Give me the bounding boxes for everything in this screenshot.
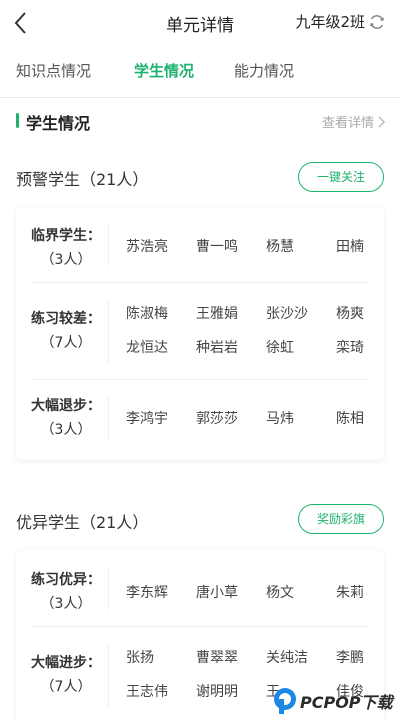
row-divider [108, 226, 109, 266]
student-name[interactable]: 王志伟 [126, 681, 168, 701]
section-title: 学生情况 [26, 114, 91, 133]
warning-row-critical: 临界学生： （3人） 苏浩亮 曹一鸣 杨慧 田楠 [16, 208, 384, 282]
student-name[interactable]: 徐虹 [266, 337, 294, 357]
warning-students-title: 预警学生（21人） [16, 170, 149, 189]
student-name[interactable]: 杨文 [266, 582, 294, 602]
row-label: 大幅进步： （7人） [16, 651, 116, 699]
content-area: 学生情况 查看详情 预警学生（21人） 一键关注 临界学生： （3人） 苏浩亮 … [0, 98, 400, 720]
student-name[interactable]: 关纯洁 [266, 647, 308, 667]
row-count: （3人） [40, 596, 92, 612]
row-label-text: 临界学生： [31, 228, 101, 244]
excellent-row-good-practice: 练习优异： （3人） 李东辉 唐小草 杨文 朱莉 [16, 550, 384, 626]
follow-all-button[interactable]: 一键关注 [298, 162, 384, 192]
student-name[interactable]: 陈淑梅 [126, 303, 168, 323]
section-accent-bar [16, 113, 19, 128]
student-name[interactable]: 苏浩亮 [126, 236, 168, 256]
refresh-icon [369, 14, 385, 29]
student-name[interactable]: 谢明明 [196, 681, 238, 701]
row-label: 临界学生： （3人） [16, 224, 116, 272]
student-name[interactable]: 张沙沙 [266, 303, 308, 323]
student-name[interactable]: 王雅娟 [196, 303, 238, 323]
student-name[interactable]: 李东辉 [126, 582, 168, 602]
student-name[interactable]: 曹一鸣 [196, 236, 238, 256]
row-label: 练习较差： （7人） [16, 307, 116, 355]
watermark-text: PCPOP下载 [300, 693, 393, 712]
tab-label: 能力情况 [234, 62, 295, 80]
row-divider [108, 645, 109, 709]
reward-flag-button[interactable]: 奖励彩旗 [298, 504, 384, 534]
tab-bar: 知识点情况 学生情况 能力情况 [0, 46, 400, 98]
row-divider [108, 396, 109, 440]
tab-knowledge[interactable]: 知识点情况 [16, 60, 91, 81]
warning-row-big-decline: 大幅退步： （3人） 李鸿宇 郭莎莎 马炜 陈相 [16, 380, 384, 460]
row-count: （3人） [40, 252, 92, 268]
student-name[interactable]: 郭莎莎 [196, 408, 238, 428]
student-name[interactable]: 杨慧 [266, 236, 294, 256]
watermark-logo-icon [274, 688, 296, 714]
chevron-right-icon [378, 115, 386, 128]
row-label-text: 大幅进步： [31, 655, 101, 671]
student-name[interactable]: 张扬 [126, 647, 154, 667]
row-label: 练习优异： （3人） [16, 568, 116, 616]
tab-label: 知识点情况 [16, 62, 92, 80]
watermark: PCPOP下载 [272, 682, 400, 720]
view-details-link[interactable]: 查看详情 [322, 112, 386, 131]
class-name: 九年级2班 [295, 13, 365, 31]
student-name[interactable]: 龙恒达 [126, 337, 168, 357]
view-details-label: 查看详情 [321, 116, 374, 131]
student-name[interactable]: 朱莉 [336, 582, 364, 602]
tab-students[interactable]: 学生情况 [134, 60, 195, 83]
student-name[interactable]: 田楠 [336, 236, 364, 256]
student-name[interactable]: 唐小草 [196, 582, 238, 602]
row-count: （7人） [40, 335, 92, 351]
student-name[interactable]: 种岩岩 [196, 337, 238, 357]
row-count: （7人） [40, 679, 92, 695]
row-label-text: 大幅退步： [31, 398, 101, 414]
top-bar: 单元详情 九年级2班 [0, 0, 400, 46]
warning-students-card: 临界学生： （3人） 苏浩亮 曹一鸣 杨慧 田楠 练习较差： （7人） 陈淑梅 … [16, 208, 384, 460]
row-count: （3人） [40, 422, 92, 438]
student-name[interactable]: 曹翠翠 [196, 647, 238, 667]
section-header: 学生情况 查看详情 [0, 98, 400, 144]
student-name[interactable]: 马炜 [266, 408, 294, 428]
row-divider [108, 301, 109, 363]
student-name[interactable]: 李鸿宇 [126, 408, 168, 428]
row-label-text: 练习优异： [31, 572, 101, 588]
student-name[interactable]: 栾琦 [336, 337, 364, 357]
tab-label: 学生情况 [134, 62, 195, 80]
student-name[interactable]: 李鹏 [336, 647, 364, 667]
row-label-text: 练习较差： [31, 311, 101, 327]
excellent-students-title: 优异学生（21人） [16, 513, 149, 532]
tab-ability[interactable]: 能力情况 [234, 60, 294, 81]
warning-row-poor-practice: 练习较差： （7人） 陈淑梅 王雅娟 张沙沙 杨爽 龙恒达 种岩岩 徐虹 栾琦 [16, 283, 384, 379]
class-switcher[interactable]: 九年级2班 [295, 11, 386, 32]
student-name[interactable]: 陈相 [336, 408, 364, 428]
row-divider [108, 570, 109, 610]
student-name[interactable]: 杨爽 [336, 303, 364, 323]
row-label: 大幅退步： （3人） [16, 394, 116, 442]
